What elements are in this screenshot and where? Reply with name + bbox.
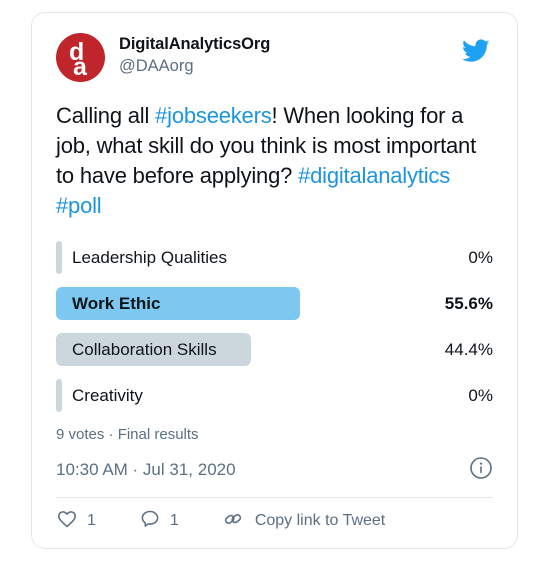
poll-option[interactable]: Collaboration Skills 44.4% [56,333,493,366]
poll-option-percent: 0% [468,247,493,267]
poll-option-label: Collaboration Skills [72,339,217,359]
reply-button[interactable]: 1 [139,498,179,544]
poll-option-label: Creativity [72,385,143,405]
author-name-block[interactable]: DigitalAnalyticsOrg @DAAorg [119,33,270,77]
poll-option[interactable]: Leadership Qualities 0% [56,241,493,274]
poll-option-percent: 55.6% [444,293,493,313]
poll: Leadership Qualities 0% Work Ethic 55.6%… [56,241,493,445]
tweet-card: d a DigitalAnalyticsOrg @DAAorg Calling … [31,12,518,549]
poll-option-label: Leadership Qualities [72,247,227,267]
tweet-actions: 1 1 Copy link to Tweet [56,498,493,544]
poll-option[interactable]: Creativity 0% [56,379,493,412]
poll-option[interactable]: Work Ethic 55.6% [56,287,493,320]
reply-count: 1 [169,512,179,529]
copy-link-label: Copy link to Tweet [254,512,386,529]
tweet-text: Calling all #jobseekers! When looking fo… [56,101,493,221]
link-icon [222,508,244,535]
reply-icon [139,508,161,535]
info-circle-icon[interactable] [469,456,493,485]
hashtag-link[interactable]: #poll [56,193,102,218]
tweet-header: d a DigitalAnalyticsOrg @DAAorg [56,33,493,89]
twitter-bird-icon [459,33,493,70]
tweet-timestamp: 10:30 AM · Jul 31, 2020 [56,460,236,479]
poll-meta: 9 votes · Final results [56,426,199,443]
avatar-letter-a: a [73,53,87,81]
hashtag-link[interactable]: #digitalanalytics [298,163,450,188]
heart-icon [56,508,78,535]
poll-option-label: Work Ethic [72,293,161,313]
hashtag-link[interactable]: #jobseekers [155,103,272,128]
copy-link-button[interactable]: Copy link to Tweet [222,498,385,544]
author-handle: @DAAorg [119,57,194,75]
tweet-text-run: Calling all [56,103,156,128]
poll-option-percent: 44.4% [444,339,493,359]
poll-option-percent: 0% [468,385,493,405]
author-display-name: DigitalAnalyticsOrg [119,35,271,53]
like-count: 1 [87,512,96,529]
avatar[interactable]: d a [56,33,105,82]
timestamp-row: 10:30 AM · Jul 31, 2020 [56,456,493,485]
like-button[interactable]: 1 [56,498,96,544]
